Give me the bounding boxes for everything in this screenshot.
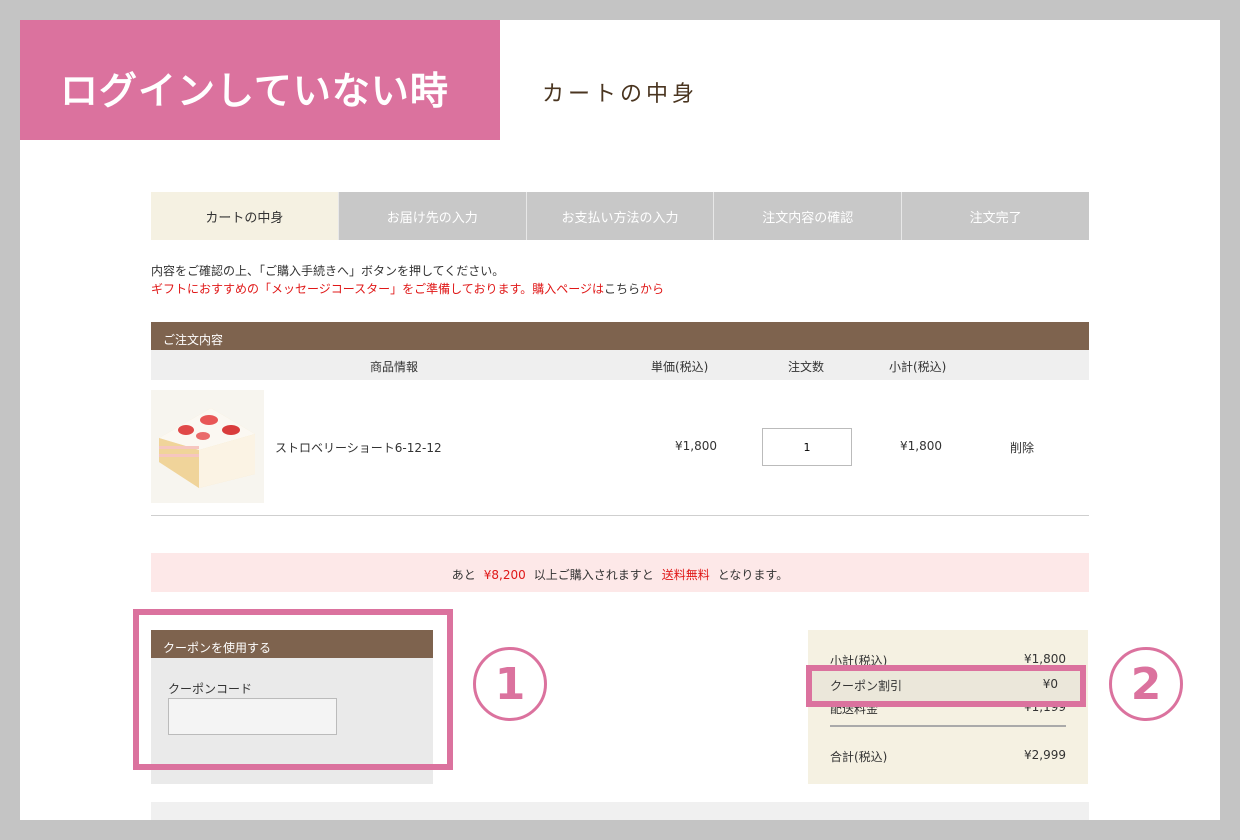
highlight-frame-1: [133, 609, 453, 770]
shipping-prefix: あと: [451, 568, 476, 582]
step-complete: 注文完了: [901, 192, 1089, 240]
step-progress: カートの中身 お届け先の入力 お支払い方法の入力 注文内容の確認 注文完了: [151, 192, 1089, 240]
delete-link[interactable]: 削除: [1010, 439, 1034, 456]
instructions: 内容をご確認の上、「ご購入手続きへ」ボタンを押してください。 ギフトにおすすめの…: [151, 262, 664, 298]
page: ログインしていない時 カートの中身 お届け先の入力 お支払い方法の入力 注文内容…: [20, 20, 1220, 820]
gift-notice-text: ギフトにおすすめの「メッセージコースター」をご準備しております。購入ページは: [151, 282, 605, 296]
gift-notice: ギフトにおすすめの「メッセージコースター」をご準備しております。購入ページはこち…: [151, 280, 664, 298]
gift-page-link[interactable]: こちら: [604, 282, 640, 296]
bottom-panel: [151, 802, 1089, 820]
summary-total-row: 合計(税込) ¥2,999: [830, 748, 1066, 765]
item-subtotal: ¥1,800: [900, 439, 942, 453]
shipping-suffix: となります。: [717, 568, 789, 582]
order-heading: ご注文内容: [151, 322, 1089, 350]
instruction-text: 内容をご確認の上、「ご購入手続きへ」ボタンを押してください。: [151, 264, 505, 278]
gift-notice-end: から: [640, 282, 665, 296]
step-confirm: 注文内容の確認: [713, 192, 902, 240]
step-payment: お支払い方法の入力: [525, 192, 714, 240]
summary-divider: [830, 725, 1066, 727]
summary-total-value: ¥2,999: [1024, 748, 1066, 762]
free-shipping-label: 送料無料: [661, 568, 710, 582]
col-subtotal: 小計(税込): [889, 360, 947, 374]
table-row: ストロベリーショート6-12-12 ¥1,800 ¥1,800 削除: [151, 390, 1089, 516]
page-title: カートの中身: [541, 82, 698, 107]
shipping-middle: 以上ご購入されますと: [533, 568, 654, 582]
annotation-badge-2: 2: [1109, 647, 1183, 721]
order-summary: 小計(税込) ¥1,800 配送料金 ¥1,199 合計(税込) ¥2,999: [808, 630, 1088, 784]
step-cart: カートの中身: [151, 192, 338, 240]
free-shipping-notice: あと ¥8,200 以上ご購入されますと 送料無料 となります。: [151, 553, 1089, 592]
unit-price: ¥1,800: [675, 439, 717, 453]
annotation-badge-1: 1: [473, 647, 547, 721]
col-product: 商品情報: [370, 360, 419, 374]
col-unit-price: 単価(税込): [651, 360, 709, 374]
product-name[interactable]: ストロベリーショート6-12-12: [275, 439, 442, 456]
shipping-amount: ¥8,200: [483, 568, 526, 582]
step-delivery: お届け先の入力: [337, 192, 526, 240]
col-quantity: 注文数: [788, 360, 825, 374]
highlight-frame-2: [806, 665, 1086, 707]
summary-total-label: 合計(税込): [830, 750, 888, 764]
quantity-input[interactable]: [762, 428, 852, 466]
order-column-header: 商品情報 単価(税込) 注文数 小計(税込): [151, 350, 1089, 380]
product-image[interactable]: [151, 390, 264, 503]
